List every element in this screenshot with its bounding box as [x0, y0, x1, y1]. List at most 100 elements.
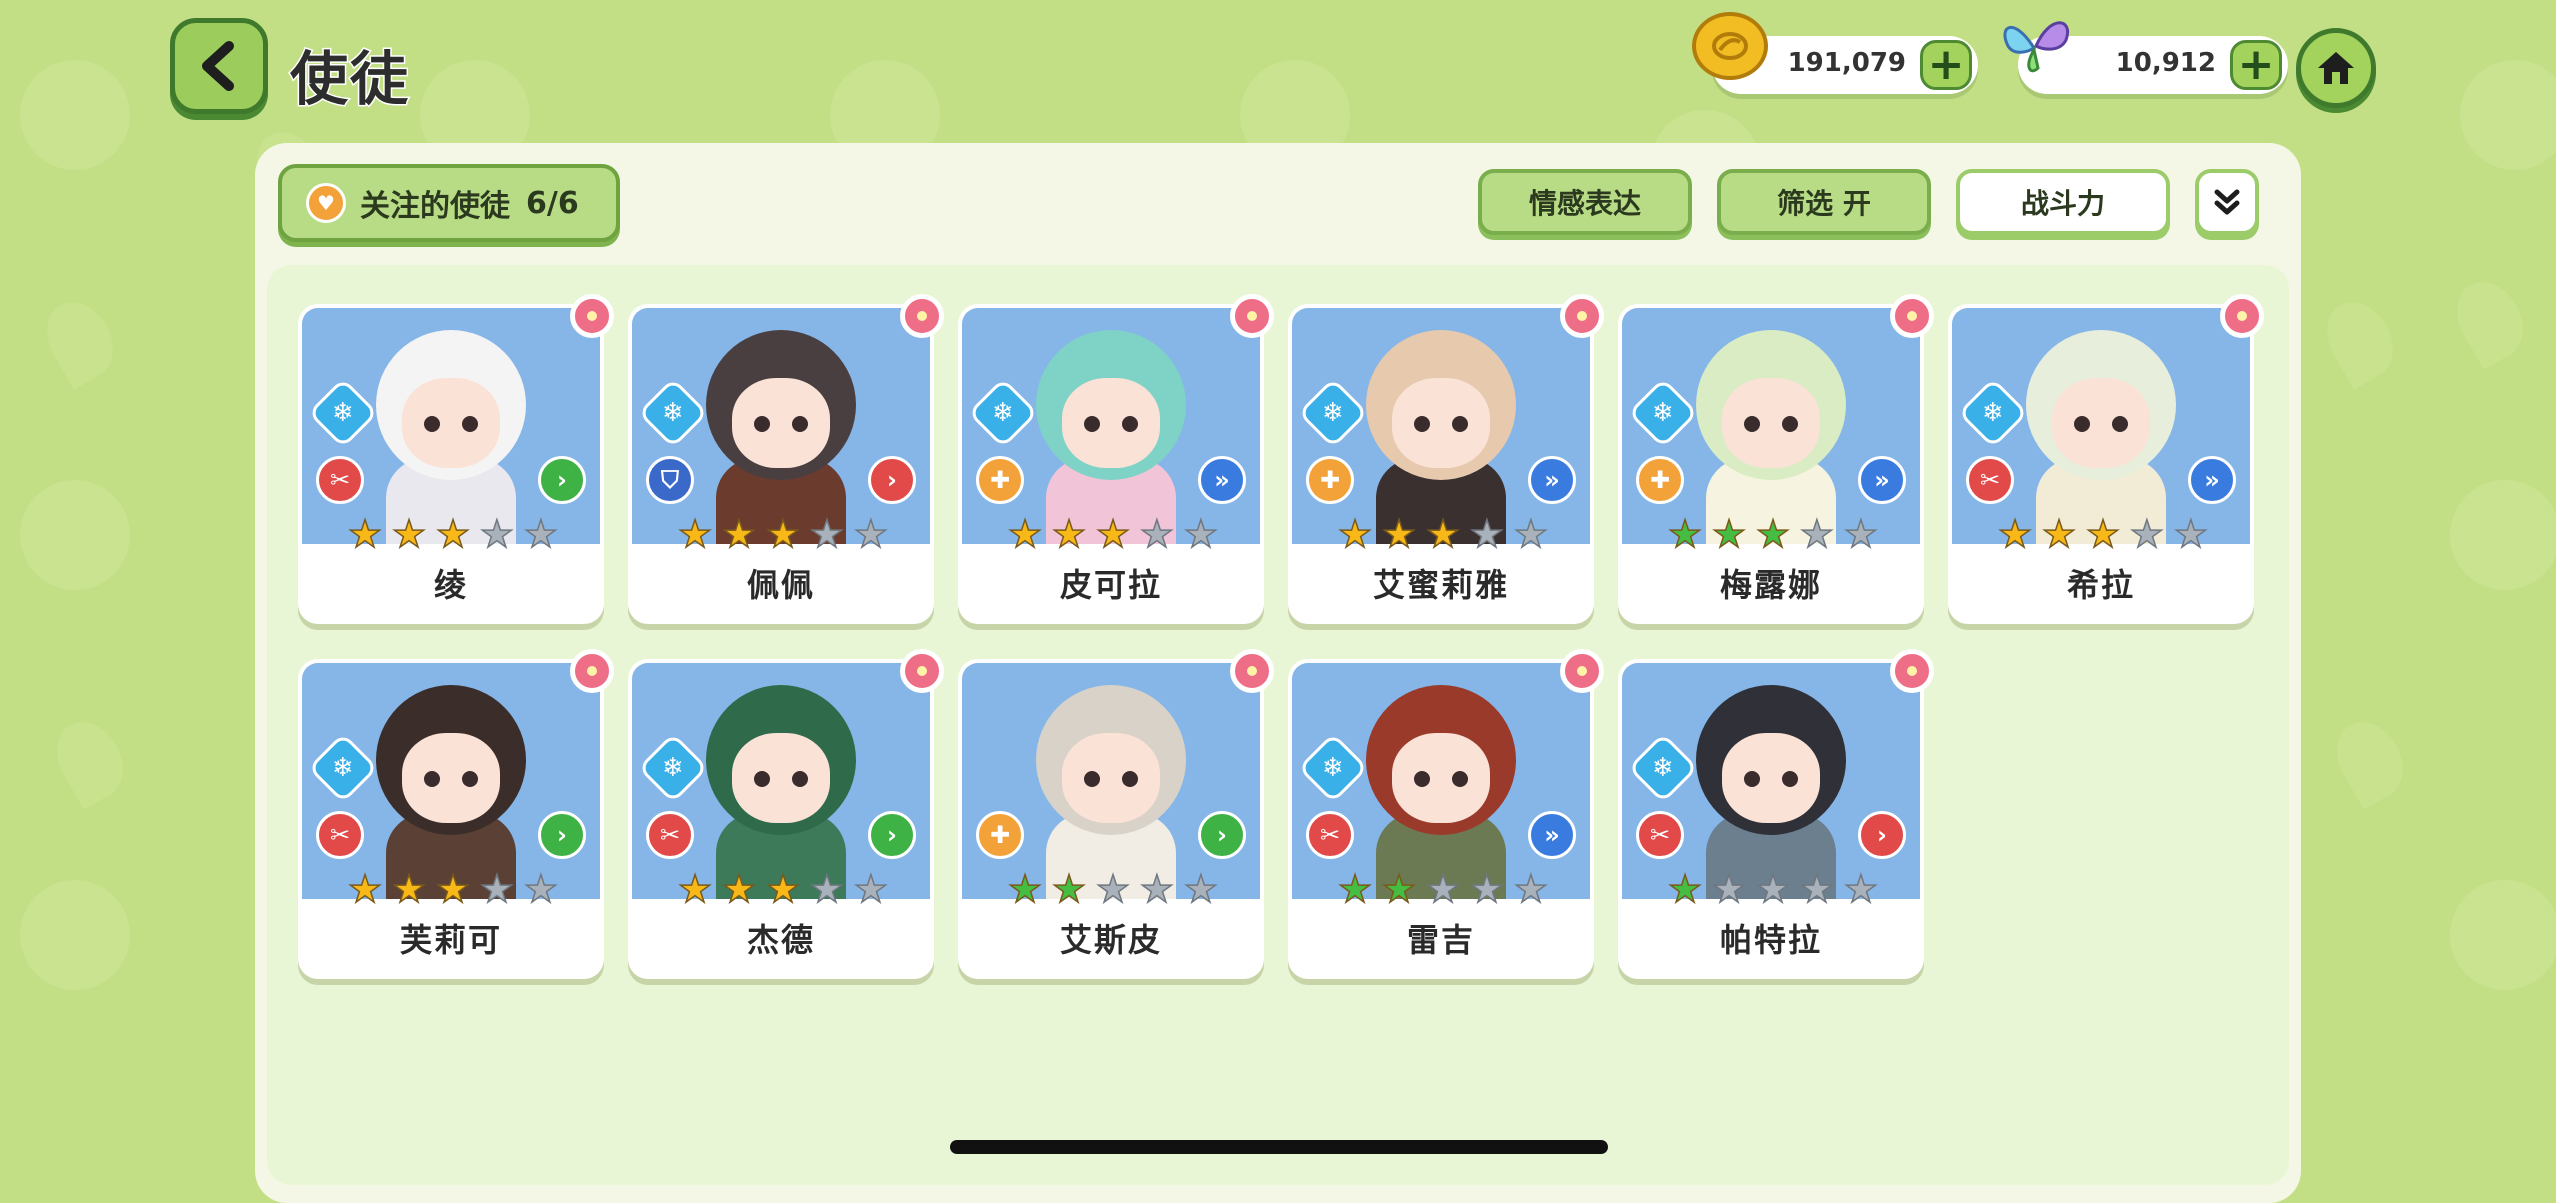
- favorite-flower-icon[interactable]: [1890, 294, 1934, 338]
- character-eye: [1414, 416, 1430, 432]
- character-eye: [792, 771, 808, 787]
- ice-element-icon: ❄: [637, 377, 709, 449]
- home-indicator: [950, 1140, 1608, 1154]
- double-chevron-down-icon: [2214, 189, 2240, 215]
- character-card[interactable]: ❄ ✂ › ★ ★ ★ ★ ★ 绫: [298, 294, 614, 624]
- attacker-role-icon: ✂: [316, 456, 364, 504]
- filter-button[interactable]: 筛选 开: [1717, 169, 1931, 235]
- character-eye: [1122, 771, 1138, 787]
- character-face: [402, 378, 500, 468]
- character-eye: [1744, 416, 1760, 432]
- expand-button[interactable]: [2195, 169, 2259, 235]
- chevron-left-icon: [202, 41, 234, 91]
- favorites-count: 6/6: [526, 185, 579, 221]
- character-face: [732, 378, 830, 468]
- character-eye: [424, 771, 440, 787]
- favorite-flower-icon[interactable]: [570, 294, 614, 338]
- favorite-flower-icon[interactable]: [900, 294, 944, 338]
- character-face: [1392, 378, 1490, 468]
- character-card[interactable]: ❄ ✚» ★ ★ ★ ★ ★ 艾蜜莉雅: [1288, 294, 1604, 624]
- healer-role-icon: ✚: [1306, 456, 1354, 504]
- character-card[interactable]: ✚ › ★ ★ ★ ★ ★ 艾斯皮: [958, 649, 1274, 979]
- fast-speed-icon: ›: [868, 811, 916, 859]
- very-fast-speed-icon: »: [1858, 456, 1906, 504]
- character-face: [1062, 733, 1160, 823]
- character-portrait: ❄ ✂ ›: [302, 308, 600, 544]
- favorite-flower-icon[interactable]: [1230, 649, 1274, 693]
- favorite-flower-icon[interactable]: [900, 649, 944, 693]
- character-portrait: ❄ ✚ »: [962, 308, 1260, 544]
- character-name: 艾斯皮: [1059, 921, 1162, 959]
- butterfly-amount: 10,912: [2115, 48, 2216, 78]
- character-card[interactable]: ❄ ✚» ★ ★ ★ ★ ★ 梅露娜: [1618, 294, 1934, 624]
- character-eye: [2074, 416, 2090, 432]
- character-eye: [792, 416, 808, 432]
- healer-role-icon: ✚: [976, 456, 1024, 504]
- character-eye: [1452, 771, 1468, 787]
- character-card[interactable]: ❄ ✂ › ★ ★ ★ ★ ★ 帕特拉: [1618, 649, 1934, 979]
- character-portrait: ❄ ✂ ›: [1622, 663, 1920, 899]
- emotion-button[interactable]: 情感表达: [1478, 169, 1692, 235]
- character-portrait: ❄ ✂ ›: [302, 663, 600, 899]
- character-card[interactable]: ❄ ⛉ › ★ ★ ★ ★ ★ 佩佩: [628, 294, 944, 624]
- character-portrait: ❄ ✚ »: [1622, 308, 1920, 544]
- favorite-characters-button[interactable]: ♥ 关注的使徒 6/6: [278, 164, 620, 242]
- add-butterfly-button[interactable]: +: [2230, 40, 2282, 90]
- gold-amount: 191,079: [1787, 48, 1906, 78]
- character-portrait: ❄ ✚ »: [1292, 308, 1590, 544]
- ice-element-icon: ❄: [1297, 377, 1369, 449]
- favorite-flower-icon[interactable]: [1560, 294, 1604, 338]
- page-title: 使徒: [288, 44, 411, 115]
- character-card[interactable]: ❄ ✂» ★ ★ ★ ★ ★ 雷吉: [1288, 649, 1604, 979]
- character-name: 希拉: [2066, 566, 2135, 604]
- character-eye: [1084, 416, 1100, 432]
- favorite-flower-icon[interactable]: [1230, 294, 1274, 338]
- favorite-flower-icon[interactable]: [1560, 649, 1604, 693]
- character-name: 芙莉可: [399, 921, 502, 959]
- character-eye: [754, 771, 770, 787]
- healer-role-icon: ✚: [1636, 456, 1684, 504]
- attacker-role-icon: ✂: [1306, 811, 1354, 859]
- sort-button[interactable]: 战斗力: [1956, 169, 2170, 235]
- character-card[interactable]: ❄ ✚» ★ ★ ★ ★ ★ 皮可拉: [958, 294, 1274, 624]
- favorite-flower-icon[interactable]: [570, 649, 614, 693]
- fast-speed-icon: ›: [538, 811, 586, 859]
- character-name: 雷吉: [1406, 921, 1475, 959]
- back-button[interactable]: [170, 18, 268, 114]
- defender-role-icon: ⛉: [646, 456, 694, 504]
- ice-element-icon: ❄: [307, 732, 379, 804]
- character-face: [402, 733, 500, 823]
- character-name: 皮可拉: [1059, 566, 1162, 604]
- character-portrait: ❄ ✂ »: [1292, 663, 1590, 899]
- character-card[interactable]: ❄ ✂ › ★ ★ ★ ★ ★ 杰德: [628, 649, 944, 979]
- attacker-role-icon: ✂: [1966, 456, 2014, 504]
- ice-element-icon: ❄: [1627, 732, 1699, 804]
- attacker-role-icon: ✂: [316, 811, 364, 859]
- character-name: 帕特拉: [1719, 921, 1822, 959]
- character-face: [1722, 733, 1820, 823]
- favorite-flower-icon[interactable]: [2220, 294, 2264, 338]
- home-button[interactable]: [2296, 28, 2376, 108]
- character-card[interactable]: ❄ ✂ › ★ ★ ★ ★ ★ 芙莉可: [298, 649, 614, 979]
- character-card[interactable]: ❄ ✂» ★ ★ ★ ★ ★ 希拉: [1948, 294, 2264, 624]
- character-portrait: ❄ ⛉ ›: [632, 308, 930, 544]
- character-name: 杰德: [746, 921, 815, 959]
- character-portrait: ❄ ✂ »: [1952, 308, 2250, 544]
- very-fast-speed-icon: »: [2188, 456, 2236, 504]
- character-eye: [424, 416, 440, 432]
- character-eye: [462, 416, 478, 432]
- character-eye: [1084, 771, 1100, 787]
- character-name: 佩佩: [746, 566, 815, 604]
- home-icon: [2318, 52, 2354, 84]
- character-eye: [1782, 771, 1798, 787]
- character-eye: [462, 771, 478, 787]
- normal-speed-icon: ›: [1858, 811, 1906, 859]
- character-face: [1392, 733, 1490, 823]
- add-gold-button[interactable]: +: [1920, 40, 1972, 90]
- favorite-flower-icon[interactable]: [1890, 649, 1934, 693]
- gold-coin-icon: [1692, 12, 1768, 80]
- character-face: [1722, 378, 1820, 468]
- fast-speed-icon: ›: [1198, 811, 1246, 859]
- butterfly-icon: [2003, 21, 2069, 73]
- heart-icon: ♥: [306, 183, 346, 223]
